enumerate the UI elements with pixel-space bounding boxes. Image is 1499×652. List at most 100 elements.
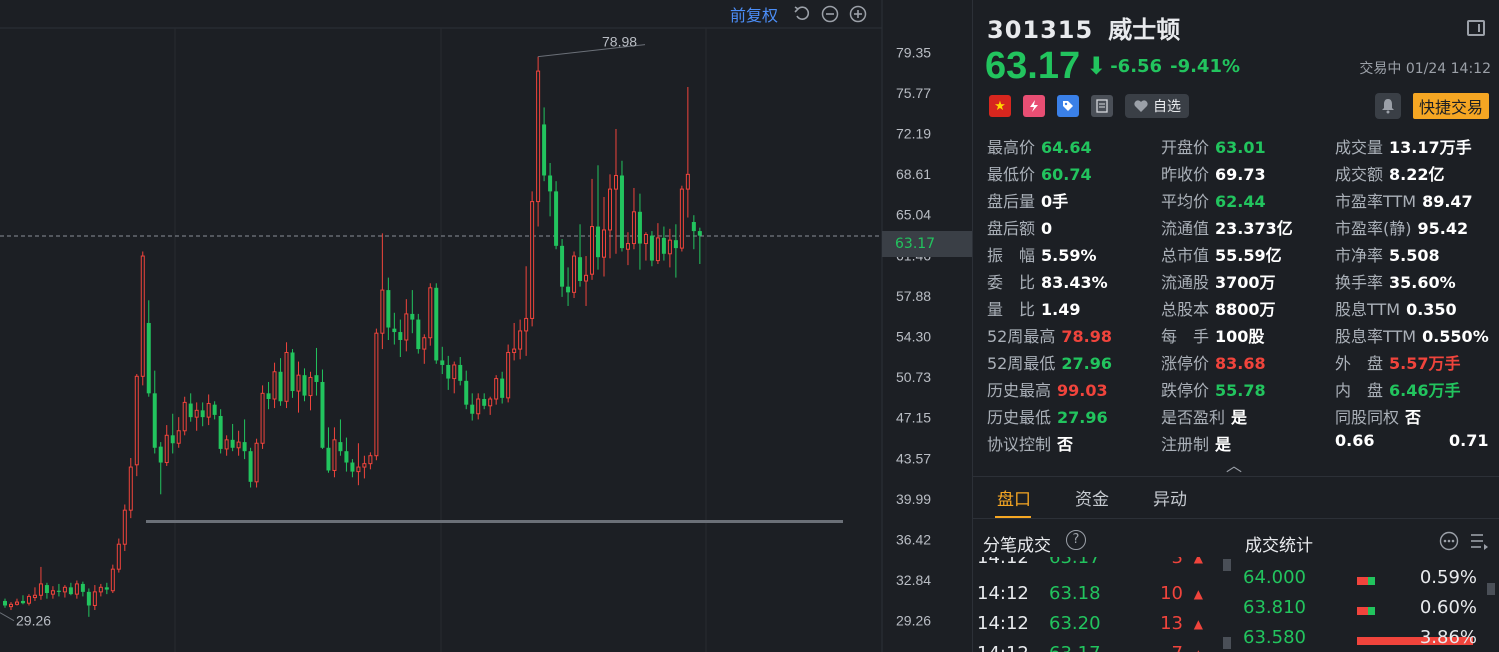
tab-capital[interactable]: 资金 xyxy=(1051,477,1129,519)
stat-label: 历史最低 xyxy=(987,408,1052,427)
stat-cell: 同股同权否 xyxy=(1335,404,1421,428)
candle-body xyxy=(188,403,193,418)
stat-label: 内 盘 xyxy=(1335,381,1384,400)
stat-label: 外 盘 xyxy=(1335,354,1384,373)
deal-price: 63.810 xyxy=(1243,597,1306,618)
candle-body xyxy=(506,351,511,399)
more-icon[interactable] xyxy=(1439,531,1459,551)
deal-price: 63.580 xyxy=(1243,627,1306,648)
candle-body xyxy=(631,211,636,245)
stat-value: 5.57万手 xyxy=(1389,354,1461,373)
bell-icon[interactable] xyxy=(1374,93,1401,119)
candle-body xyxy=(428,287,433,339)
candle-body xyxy=(302,375,307,396)
candle-body xyxy=(110,568,115,592)
zoom-in-icon[interactable] xyxy=(848,4,868,24)
candle-body xyxy=(254,442,259,483)
candle-body xyxy=(356,466,361,473)
stat-label: 每 手 xyxy=(1161,327,1210,346)
tick-row: 14:12 63.17 7 ▲ xyxy=(977,643,1207,652)
tick-row: 14:12 63.18 10 ▲ xyxy=(977,583,1207,613)
stat-cell: 总市值 55.59亿 xyxy=(1161,242,1282,266)
stat-label: 市净率 xyxy=(1335,246,1384,265)
help-icon[interactable]: ? xyxy=(1066,530,1086,550)
y-tick-label: 32.84 xyxy=(896,572,931,588)
stat-value: 3700万 xyxy=(1215,273,1276,292)
stat-value: 64.64 xyxy=(1041,138,1092,157)
tag-icon[interactable] xyxy=(1057,95,1079,117)
candle-body xyxy=(596,226,601,258)
y-tick-label: 43.57 xyxy=(896,450,931,466)
stat-cell: 盘后量 0手 xyxy=(987,188,1068,212)
stat-label: 同股同权 xyxy=(1335,408,1400,427)
y-tick-label: 57.88 xyxy=(896,288,931,304)
candle-body xyxy=(458,364,463,381)
reset-icon[interactable] xyxy=(792,4,812,24)
candle-body xyxy=(224,439,229,450)
kline-chart-pane[interactable]: 79.3575.7772.1968.6165.0461.4657.8854.30… xyxy=(0,0,972,652)
y-tick-label: 50.73 xyxy=(896,369,931,385)
candle-body xyxy=(446,364,451,379)
candle-body xyxy=(332,439,337,471)
collapse-caret-icon[interactable]: ︿ xyxy=(1226,452,1242,476)
candle-body xyxy=(697,231,702,236)
list-settings-icon[interactable] xyxy=(1469,531,1489,551)
lightning-icon[interactable] xyxy=(1023,95,1045,117)
stat-value: 35.60% xyxy=(1389,273,1456,292)
stat-cell: 跌停价 55.78 xyxy=(1161,377,1266,401)
candle-body xyxy=(362,463,367,468)
stat-label: 注册制 xyxy=(1161,435,1210,454)
candle-body xyxy=(488,398,493,407)
candle-body xyxy=(206,403,211,418)
y-tick-label: 29.26 xyxy=(896,613,931,629)
tick-time: 14:12 xyxy=(977,613,1029,634)
ticks-scrollbar-bottom[interactable] xyxy=(1223,637,1231,649)
candle-body xyxy=(14,601,19,605)
stat-cell: 平均价 62.44 xyxy=(1161,188,1266,212)
candle-body xyxy=(548,175,553,192)
candle-body xyxy=(3,600,7,606)
stat-label: 换手率 xyxy=(1335,273,1384,292)
quick-trade-button[interactable]: 快捷交易 xyxy=(1412,93,1489,119)
tick-time: 14:12 xyxy=(977,557,1029,568)
candle-body xyxy=(691,222,696,232)
stat-value: 60.74 xyxy=(1041,165,1092,184)
stat-cell: 协议控制否 xyxy=(987,431,1073,455)
trading-status: 交易中 01/24 14:12 xyxy=(1359,61,1491,77)
document-icon[interactable] xyxy=(1091,95,1113,117)
stat-cell: 市盈率(静) 95.42 xyxy=(1335,215,1468,239)
deal-pct: 3.86% xyxy=(1419,627,1477,648)
adjust-mode-button[interactable]: 前复权 xyxy=(730,2,784,26)
kline-chart[interactable]: 79.3575.7772.1968.6165.0461.4657.8854.30… xyxy=(0,0,972,652)
candle-body xyxy=(655,237,660,262)
stat-label: 流通股 xyxy=(1161,273,1210,292)
deal-volume-bar xyxy=(1357,607,1375,615)
candle-body xyxy=(182,401,187,432)
stat-value: 0.66 xyxy=(1335,431,1375,450)
candle-body xyxy=(350,462,355,472)
stats-scrollbar[interactable] xyxy=(1487,583,1495,595)
tab-movement[interactable]: 异动 xyxy=(1129,477,1207,519)
zoom-out-icon[interactable] xyxy=(820,4,840,24)
price-change-pct: -9.41% xyxy=(1170,55,1241,77)
add-favorite-button[interactable]: 自选 xyxy=(1125,94,1189,118)
panel-toggle-icon[interactable] xyxy=(1467,20,1485,36)
ticks-scrollbar-top[interactable] xyxy=(1223,559,1231,571)
stat-label: 平均价 xyxy=(1161,192,1210,211)
stat-label: 量 比 xyxy=(987,300,1036,319)
stat-value: 99.03 xyxy=(1057,381,1108,400)
candle-body xyxy=(248,451,253,482)
stat-label: 盘后额 xyxy=(987,219,1036,238)
candle-body xyxy=(673,240,678,249)
stat-cell: 成交量 13.17万手 xyxy=(1335,134,1472,158)
stat-label: 总市值 xyxy=(1161,246,1210,265)
stat-cell: 0.66 xyxy=(1335,431,1374,450)
stat-cell: 盘后额 0 xyxy=(987,215,1052,239)
candle-body xyxy=(625,243,630,250)
candle-body xyxy=(158,446,163,463)
candle-body xyxy=(410,313,415,320)
stat-label: 历史最高 xyxy=(987,381,1052,400)
y-tick-label: 65.04 xyxy=(896,207,931,223)
chart-toolbar: 前复权 xyxy=(730,2,868,26)
tab-handicap[interactable]: 盘口 xyxy=(973,477,1051,519)
